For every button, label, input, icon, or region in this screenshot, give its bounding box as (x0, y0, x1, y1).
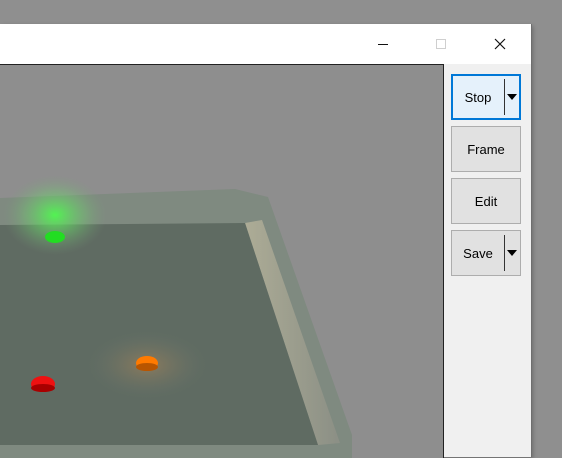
caret-down-icon (507, 250, 518, 256)
green-marker[interactable] (45, 231, 65, 243)
close-icon (494, 38, 506, 50)
caret-down-icon (507, 94, 518, 100)
save-dropdown-arrow[interactable] (505, 250, 520, 256)
edit-label: Edit (474, 193, 498, 209)
minimize-icon (378, 44, 388, 45)
app-window: Stop Frame Edit Save (0, 24, 531, 458)
stop-dropdown-arrow[interactable] (505, 94, 520, 100)
orange-marker-base (136, 363, 158, 371)
stop-label: Stop (464, 89, 492, 105)
save-button[interactable]: Save (451, 230, 521, 276)
maximize-icon (436, 39, 446, 49)
minimize-button[interactable] (360, 24, 406, 64)
side-panel: Stop Frame Edit Save (445, 64, 531, 457)
3d-viewport[interactable] (0, 64, 444, 458)
frame-button[interactable]: Frame (451, 126, 521, 172)
close-button[interactable] (477, 24, 523, 64)
scene-canvas (0, 65, 443, 458)
maximize-button[interactable] (418, 24, 464, 64)
title-bar (0, 24, 531, 64)
save-label: Save (463, 245, 493, 261)
red-marker-base (31, 384, 55, 392)
frame-label: Frame (467, 141, 505, 157)
stop-button[interactable]: Stop (451, 74, 521, 120)
edit-button[interactable]: Edit (451, 178, 521, 224)
